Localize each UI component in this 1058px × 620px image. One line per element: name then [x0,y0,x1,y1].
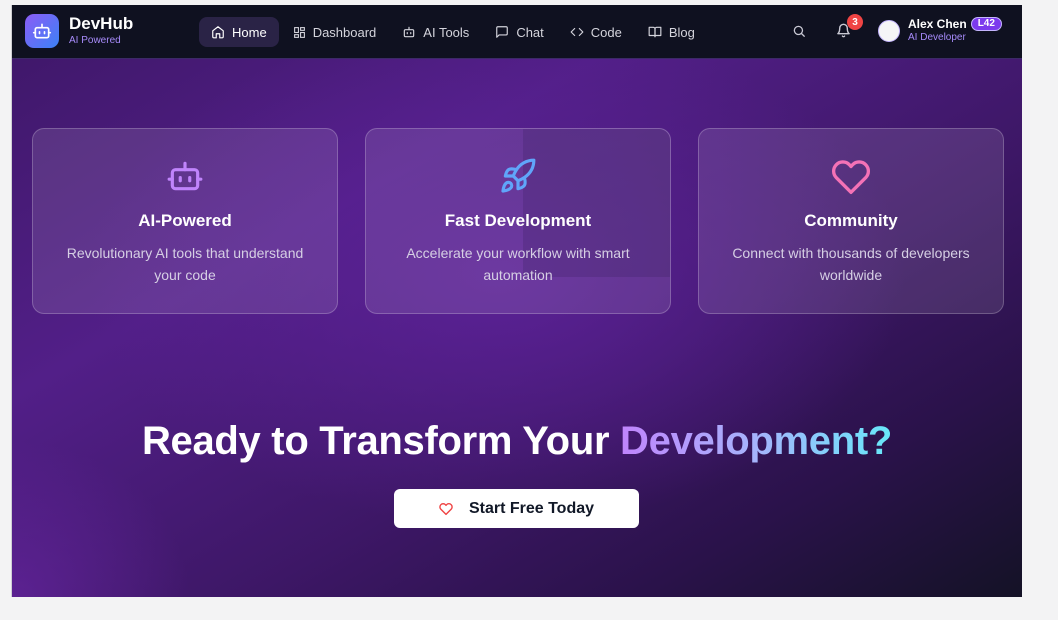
feature-card-community: Community Connect with thousands of deve… [698,128,1004,314]
code-icon [570,27,584,37]
nav-item-blog[interactable]: Blog [636,17,707,47]
nav-item-home[interactable]: Home [199,17,279,47]
user-menu[interactable]: Alex Chen L42 AI Developer [878,17,1002,45]
start-free-button-label: Start Free Today [468,499,595,517]
feature-description: Connect with thousands of developers wor… [732,245,970,283]
navbar: DevHub AI Powered Home Dashboard AI Tool… [12,5,1022,59]
brand-name: DevHub [69,14,134,33]
search-button[interactable] [792,24,806,43]
bot-icon [404,26,415,38]
book-icon [648,26,662,38]
user-name: Alex Chen [908,17,967,31]
hero-section: AI-Powered Revolutionary AI tools that u… [12,59,1022,597]
bot-icon [32,23,52,39]
feature-card-ai-powered: AI-Powered Revolutionary AI tools that u… [32,128,338,314]
nav-item-label: Blog [668,24,695,40]
heart-icon [439,502,453,515]
avatar [878,20,900,42]
heart-icon [831,160,871,194]
nav-item-ai-tools[interactable]: AI Tools [390,17,481,47]
user-role: AI Developer [908,32,966,43]
feature-description: Accelerate your workflow with smart auto… [406,245,630,283]
brand-logo [25,14,59,48]
home-icon [212,26,224,39]
nav-item-label: Chat [516,24,544,40]
brand[interactable]: DevHub AI Powered [25,14,133,48]
bot-icon [167,161,203,191]
feature-cards: AI-Powered Revolutionary AI tools that u… [32,128,1004,314]
nav-item-chat[interactable]: Chat [483,17,555,47]
chat-icon [496,26,509,38]
feature-card-fast-development: Fast Development Accelerate your workflo… [365,128,671,314]
nav-item-label: AI Tools [423,24,470,40]
page-frame: DevHub AI Powered Home Dashboard AI Tool… [12,5,1022,597]
start-free-button[interactable]: Start Free Today [394,489,639,528]
rocket-icon [501,158,536,193]
cta-heading: Ready to Transform Your Development? [12,419,1022,464]
feature-description: Revolutionary AI tools that understand y… [66,245,304,283]
nav-item-dashboard[interactable]: Dashboard [281,17,389,47]
nav-item-label: Home [232,24,267,40]
feature-title: AI-Powered [138,211,232,230]
feature-title: Community [804,211,898,230]
nav-item-label: Code [590,24,622,40]
feature-title: Fast Development [444,211,592,230]
search-icon [793,25,805,37]
cta-heading-prefix: Ready to Transform Your [141,419,621,463]
brand-tagline: AI Powered [69,35,121,46]
notification-count-badge: 3 [847,14,863,30]
main-nav: Home Dashboard AI Tools Chat Code Blog [199,17,709,47]
nav-item-label: Dashboard [312,24,377,40]
level-badge: L42 [970,17,1002,31]
grid-icon [293,26,305,38]
nav-item-code[interactable]: Code [558,17,634,47]
cta-heading-highlight: Development? [620,419,893,463]
